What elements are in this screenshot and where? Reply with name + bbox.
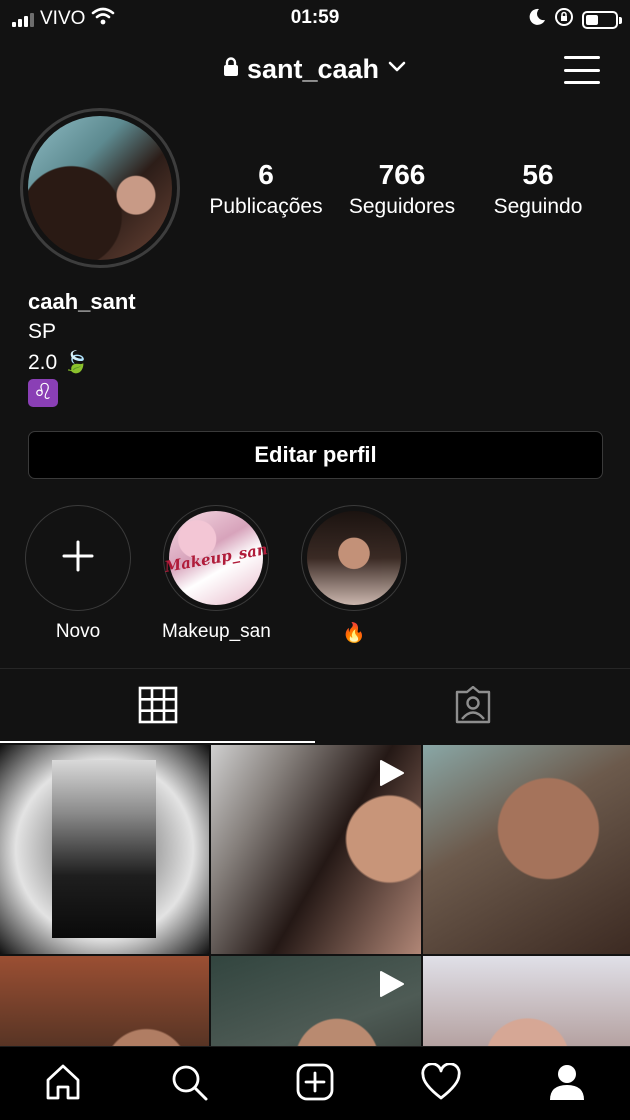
highlight-label: Makeup_san [162,621,271,642]
highlight-circle: Makeup_san [163,505,269,611]
chevron-down-icon [387,60,407,79]
stat-followers[interactable]: 766 Seguidores [334,158,470,222]
profile-header: sant_caah [0,48,630,96]
nav-activity[interactable] [378,1047,504,1120]
highlight-new[interactable]: Novo [24,505,132,644]
stat-label: Publicações [209,195,323,218]
tagged-person-icon [453,685,493,729]
stat-posts[interactable]: 6 Publicações [198,158,334,222]
highlight-cover-text: Makeup_san [163,540,269,576]
video-play-icon [377,759,405,792]
highlight-makeup[interactable]: Makeup_san Makeup_san [162,505,271,644]
search-icon [169,1062,209,1107]
bio-line: SP [28,320,57,343]
highlight-circle [301,505,407,611]
profile-avatar[interactable] [20,108,180,268]
status-right [528,7,622,32]
stat-value: 766 [378,159,426,190]
highlight-fire[interactable]: 🔥 [300,505,408,644]
menu-button[interactable] [564,54,600,86]
story-highlights: Novo Makeup_san Makeup_san 🔥 [24,505,408,644]
lock-icon [223,57,239,82]
plus-icon [61,539,95,578]
profile-bio: caah_sant SP 2.0 🍃 ♌ [28,287,136,408]
highlight-circle [25,505,131,611]
bottom-navigation [0,1046,630,1120]
header-username: sant_caah [246,54,380,84]
account-switcher[interactable]: sant_caah [0,54,630,85]
moon-icon [528,8,546,31]
rotation-lock-icon [554,7,574,32]
leo-emoji: ♌ [28,379,58,407]
menu-line [564,56,600,59]
avatar-image [28,116,172,260]
stat-value: 6 [258,159,274,190]
home-icon [43,1062,83,1107]
bio-line: ♌ [28,378,136,408]
stat-value: 56 [522,159,554,190]
grid-icon [138,686,178,729]
highlight-cover: Makeup_san [163,511,269,605]
activity-heart-icon [420,1061,462,1106]
bio-line-text: 2.0 [28,351,58,374]
menu-line [564,68,600,72]
leaf-emoji: 🍃 [63,350,90,374]
tab-tagged-posts[interactable] [315,669,630,745]
post-thumbnail[interactable] [423,745,630,954]
stat-following[interactable]: 56 Seguindo [470,158,606,222]
nav-profile[interactable] [504,1047,630,1120]
profile-icon [547,1062,587,1107]
nav-new-post[interactable] [252,1047,378,1120]
stat-label: Seguindo [493,195,583,218]
profile-stats: 6 Publicações 766 Seguidores 56 Seguindo [198,158,608,222]
post-thumbnail[interactable] [0,745,209,954]
edit-profile-button[interactable]: Editar perfil [28,431,603,479]
nav-search[interactable] [126,1047,252,1120]
status-bar: VIVO 01:59 [0,0,630,38]
instagram-profile-screen: VIVO 01:59 sant_caah 6 Publicações 766 S… [0,0,630,1120]
bio-name: caah_sant [28,289,136,314]
post-image [52,760,156,938]
highlight-label: 🔥 [342,622,366,644]
nav-home[interactable] [0,1047,126,1120]
stat-label: Seguidores [348,195,456,218]
battery-icon [582,10,622,29]
video-play-icon [377,970,405,1003]
bio-line: 2.0 🍃 [28,347,136,378]
highlight-label: Novo [55,621,101,642]
menu-line [564,81,600,84]
tab-grid-posts[interactable] [0,669,315,745]
active-tab-indicator [0,741,315,743]
new-post-icon [295,1062,335,1107]
highlight-cover [307,511,401,605]
post-thumbnail[interactable] [211,745,421,954]
